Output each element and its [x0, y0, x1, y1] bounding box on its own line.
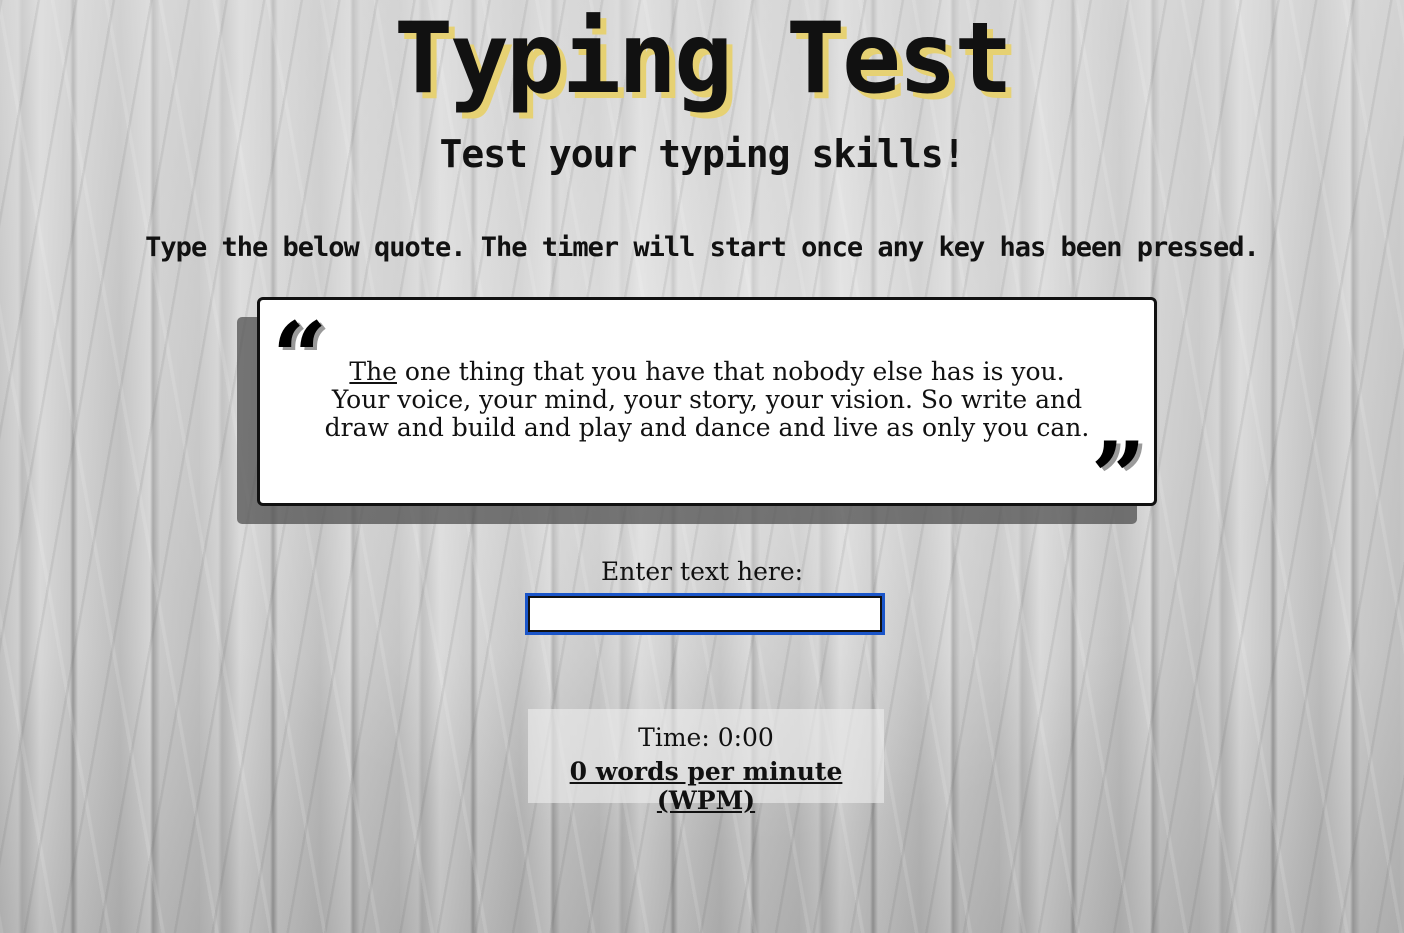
open-quote-icon: “: [272, 301, 328, 414]
quote-remaining-text: one thing that you have that nobody else…: [324, 357, 1090, 442]
page-subtitle: Test your typing skills!: [439, 132, 965, 176]
quote-box: “ The one thing that you have that nobod…: [257, 297, 1157, 526]
page-title: Typing Test: [393, 2, 1013, 116]
timer-display: Time: 0:00: [638, 723, 774, 752]
page: Typing Test Test your typing skills! Typ…: [0, 0, 1404, 933]
wpm-display: 0 words per minute (WPM): [569, 757, 843, 815]
instructions-text: Type the below quote. The timer will sta…: [145, 232, 1260, 263]
typing-input[interactable]: [525, 593, 885, 635]
stats-panel: Time: 0:00 0 words per minute (WPM): [528, 709, 884, 815]
close-quote-icon: ”: [1090, 421, 1146, 534]
current-word: The: [349, 357, 397, 386]
quote-text: The one thing that you have that nobody …: [320, 358, 1094, 442]
input-label: Enter text here:: [600, 557, 804, 586]
